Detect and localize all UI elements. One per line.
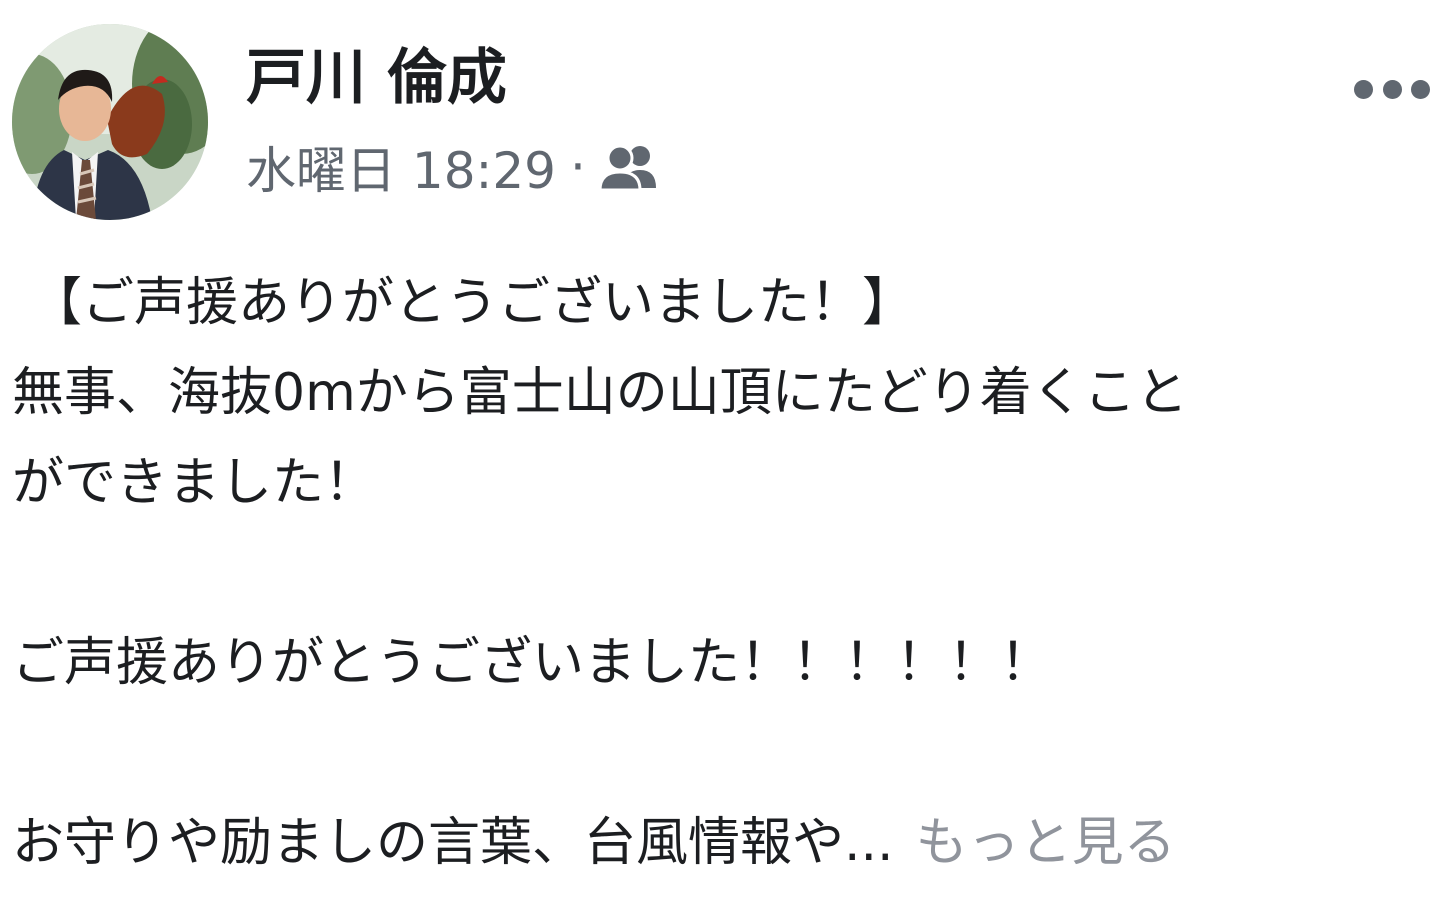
- more-dot: [1411, 79, 1430, 99]
- truncated-text: お守りや励ましの言葉、台風情報や...: [12, 813, 894, 873]
- post-text-line: ができました！: [12, 453, 377, 513]
- post-text-line: 【ご声援ありがとうございました！】: [30, 273, 915, 333]
- post-text-line: ご声援ありがとうございました！！！！！！: [12, 633, 1053, 693]
- see-more-link[interactable]: もっと見る: [916, 813, 1176, 873]
- more-dot: [1354, 79, 1373, 99]
- facebook-post: 戸川 倫成 水曜日 18:29 · 【ご声援ありがとうございました！】 無事、海…: [0, 0, 1448, 920]
- post-timestamp[interactable]: 水曜日 18:29: [246, 131, 556, 203]
- post-header: 戸川 倫成 水曜日 18:29 ·: [12, 24, 1432, 224]
- more-dot: [1382, 79, 1402, 99]
- post-text: 【ご声援ありがとうございました！】 無事、海抜0mから富士山の山頂にたどり着くこ…: [12, 258, 1442, 888]
- avatar[interactable]: [12, 24, 208, 220]
- profile-photo: [12, 24, 208, 220]
- post-text-last-line: お守りや励ましの言葉、台風情報や... もっと見る: [12, 798, 1442, 888]
- friends-icon[interactable]: [598, 142, 660, 192]
- post-meta: 水曜日 18:29 ·: [246, 132, 660, 202]
- more-options-icon[interactable]: [1354, 74, 1430, 104]
- author-name[interactable]: 戸川 倫成: [246, 42, 507, 114]
- post-text-line: 無事、海抜0mから富士山の山頂にたどり着くこと: [12, 363, 1188, 423]
- post-text-line: [12, 528, 1442, 618]
- meta-separator: ·: [570, 138, 586, 196]
- post-text-line: [12, 708, 1442, 798]
